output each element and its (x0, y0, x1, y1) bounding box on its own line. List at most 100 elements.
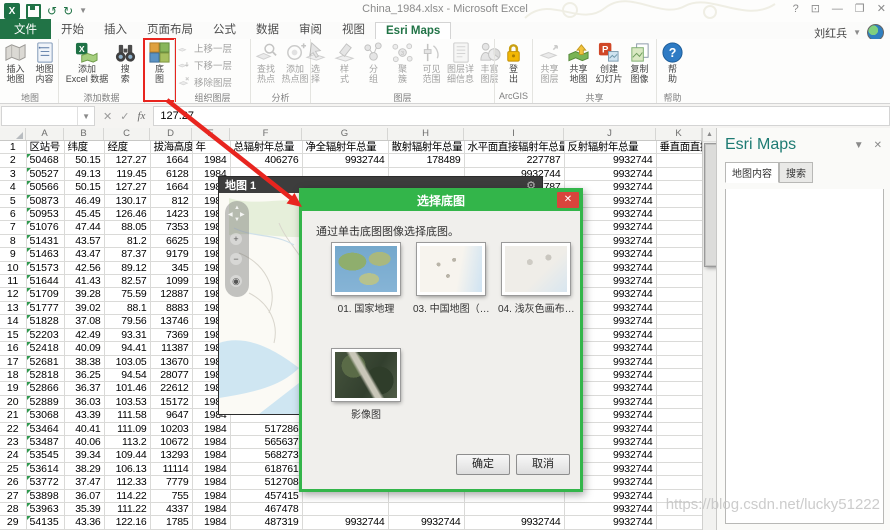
cell[interactable]: 39.28 (64, 287, 105, 302)
cell[interactable]: 37.08 (64, 314, 105, 329)
cell[interactable] (656, 355, 702, 369)
cell[interactable] (656, 515, 702, 530)
row-header[interactable]: 4 (0, 180, 27, 195)
cell[interactable]: 812 (150, 194, 193, 209)
cell[interactable]: 51777 (26, 301, 65, 316)
basemap-thumbnail-0[interactable] (331, 242, 401, 296)
cell[interactable]: 112.33 (104, 475, 151, 490)
basemap-thumbnail-3[interactable] (331, 348, 401, 402)
cell[interactable]: 1664 (150, 180, 193, 195)
excel-data-button[interactable]: X 添加 Excel 数据 (64, 40, 111, 91)
style-button[interactable]: 样式 (331, 40, 359, 91)
cell[interactable]: 15172 (150, 395, 193, 410)
cell[interactable]: 406276 (230, 153, 303, 168)
cell[interactable]: 水平面直接辐射年总量 (464, 141, 565, 155)
tab-页面布局[interactable]: 页面布局 (137, 19, 203, 39)
cell[interactable]: 53614 (26, 462, 65, 477)
select-all-corner[interactable] (0, 128, 26, 140)
column-header-C[interactable]: C (104, 128, 150, 140)
cell[interactable]: 1984 (192, 462, 231, 477)
cell[interactable]: 9932744 (464, 515, 565, 530)
row-header[interactable]: 8 (0, 234, 27, 249)
help-button[interactable]: ? 帮助 (659, 40, 687, 91)
cell[interactable]: 126.46 (104, 207, 151, 222)
cell[interactable] (656, 408, 702, 423)
cell[interactable]: 反射辐射年总量 (564, 141, 657, 155)
cell[interactable]: 43.57 (64, 234, 105, 249)
cell[interactable]: 1984 (192, 475, 231, 490)
cell[interactable]: 1984 (192, 435, 231, 450)
cell[interactable]: 111.58 (104, 408, 151, 423)
row-header[interactable]: 15 (0, 328, 27, 343)
cell[interactable]: 9179 (150, 247, 193, 262)
cell[interactable]: 568273 (230, 448, 303, 463)
minimize-icon[interactable]: — (832, 3, 843, 15)
cell[interactable]: 1099 (150, 274, 193, 289)
confirm-entry-icon[interactable]: ✓ (120, 110, 129, 123)
cell[interactable]: 10203 (150, 422, 193, 436)
cell[interactable]: 9647 (150, 408, 193, 423)
cell[interactable]: 127.27 (104, 180, 151, 195)
cell[interactable]: 40.06 (64, 435, 105, 450)
cell[interactable]: 36.25 (64, 368, 105, 383)
cell[interactable]: 1664 (150, 153, 193, 168)
cell[interactable]: 36.37 (64, 381, 105, 396)
cell[interactable]: 1785 (150, 515, 193, 530)
cell[interactable]: 113.2 (104, 435, 151, 450)
cell[interactable]: 9932744 (388, 515, 465, 530)
cell[interactable]: 28077 (150, 368, 193, 383)
cell[interactable]: 总辐射年总量 (230, 141, 303, 155)
cell[interactable] (656, 167, 702, 182)
scroll-up-icon[interactable]: ▲ (703, 128, 716, 142)
visible-range-button[interactable]: 可见 范围 (418, 40, 446, 91)
zoom-out-icon[interactable]: − (230, 253, 242, 265)
cell[interactable]: 75.59 (104, 287, 151, 302)
row-header[interactable]: 22 (0, 422, 27, 436)
cell[interactable]: 111.09 (104, 422, 151, 436)
column-header-F[interactable]: F (230, 128, 302, 140)
cancel-entry-icon[interactable]: ✕ (103, 110, 112, 123)
cell[interactable]: 517286 (230, 422, 303, 436)
share-map-button[interactable]: 共享 地图 (564, 40, 592, 91)
cell[interactable] (656, 234, 702, 249)
cell[interactable] (656, 381, 702, 396)
row-header[interactable]: 12 (0, 287, 27, 302)
cell[interactable]: 122.16 (104, 515, 151, 530)
map-content-button[interactable]: 地图 内容 (31, 40, 59, 91)
row-header[interactable]: 3 (0, 167, 27, 182)
cell[interactable]: 119.45 (104, 167, 151, 182)
cell[interactable]: 50873 (26, 194, 65, 209)
row-header[interactable]: 7 (0, 220, 27, 235)
cell[interactable]: 区站号 (26, 141, 65, 155)
cell[interactable]: 43.47 (64, 247, 105, 262)
cell[interactable]: 178489 (388, 153, 465, 168)
panel-close-icon[interactable]: ✕ (874, 140, 882, 151)
cell[interactable]: 755 (150, 489, 193, 503)
cell[interactable]: 36.03 (64, 395, 105, 410)
cell[interactable]: 38.29 (64, 462, 105, 477)
cell[interactable]: 43.39 (64, 408, 105, 423)
help-icon[interactable]: ? (793, 3, 799, 15)
cell[interactable]: 13746 (150, 314, 193, 329)
cell[interactable]: 79.56 (104, 314, 151, 329)
restore-icon[interactable]: ❐ (855, 2, 865, 15)
cell[interactable]: 94.54 (104, 368, 151, 383)
select-arrow-button[interactable]: 选择 (302, 40, 330, 91)
cell[interactable]: 50527 (26, 167, 65, 182)
tab-开始[interactable]: 开始 (51, 19, 94, 39)
cell[interactable]: 经度 (104, 141, 151, 155)
cell[interactable]: 52818 (26, 368, 65, 383)
cell[interactable]: 垂直面直接辐射年总量 (656, 141, 702, 155)
row-header[interactable]: 14 (0, 314, 27, 329)
tab-审阅[interactable]: 审阅 (289, 19, 332, 39)
cell[interactable]: 50468 (26, 153, 65, 168)
cell[interactable]: 94.41 (104, 341, 151, 356)
copy-image-button[interactable]: 复制 图像 (626, 40, 654, 91)
map-navigation-control[interactable]: ▲ ▼ ◀ ▶ + − ◉ (225, 201, 249, 297)
cell[interactable]: 11387 (150, 341, 193, 356)
binoculars-button[interactable]: 搜索 (111, 40, 139, 91)
cell[interactable]: 6625 (150, 234, 193, 249)
cell[interactable]: 40.09 (64, 341, 105, 356)
cell[interactable]: 纬度 (64, 141, 105, 155)
cell[interactable]: 37.47 (64, 475, 105, 490)
